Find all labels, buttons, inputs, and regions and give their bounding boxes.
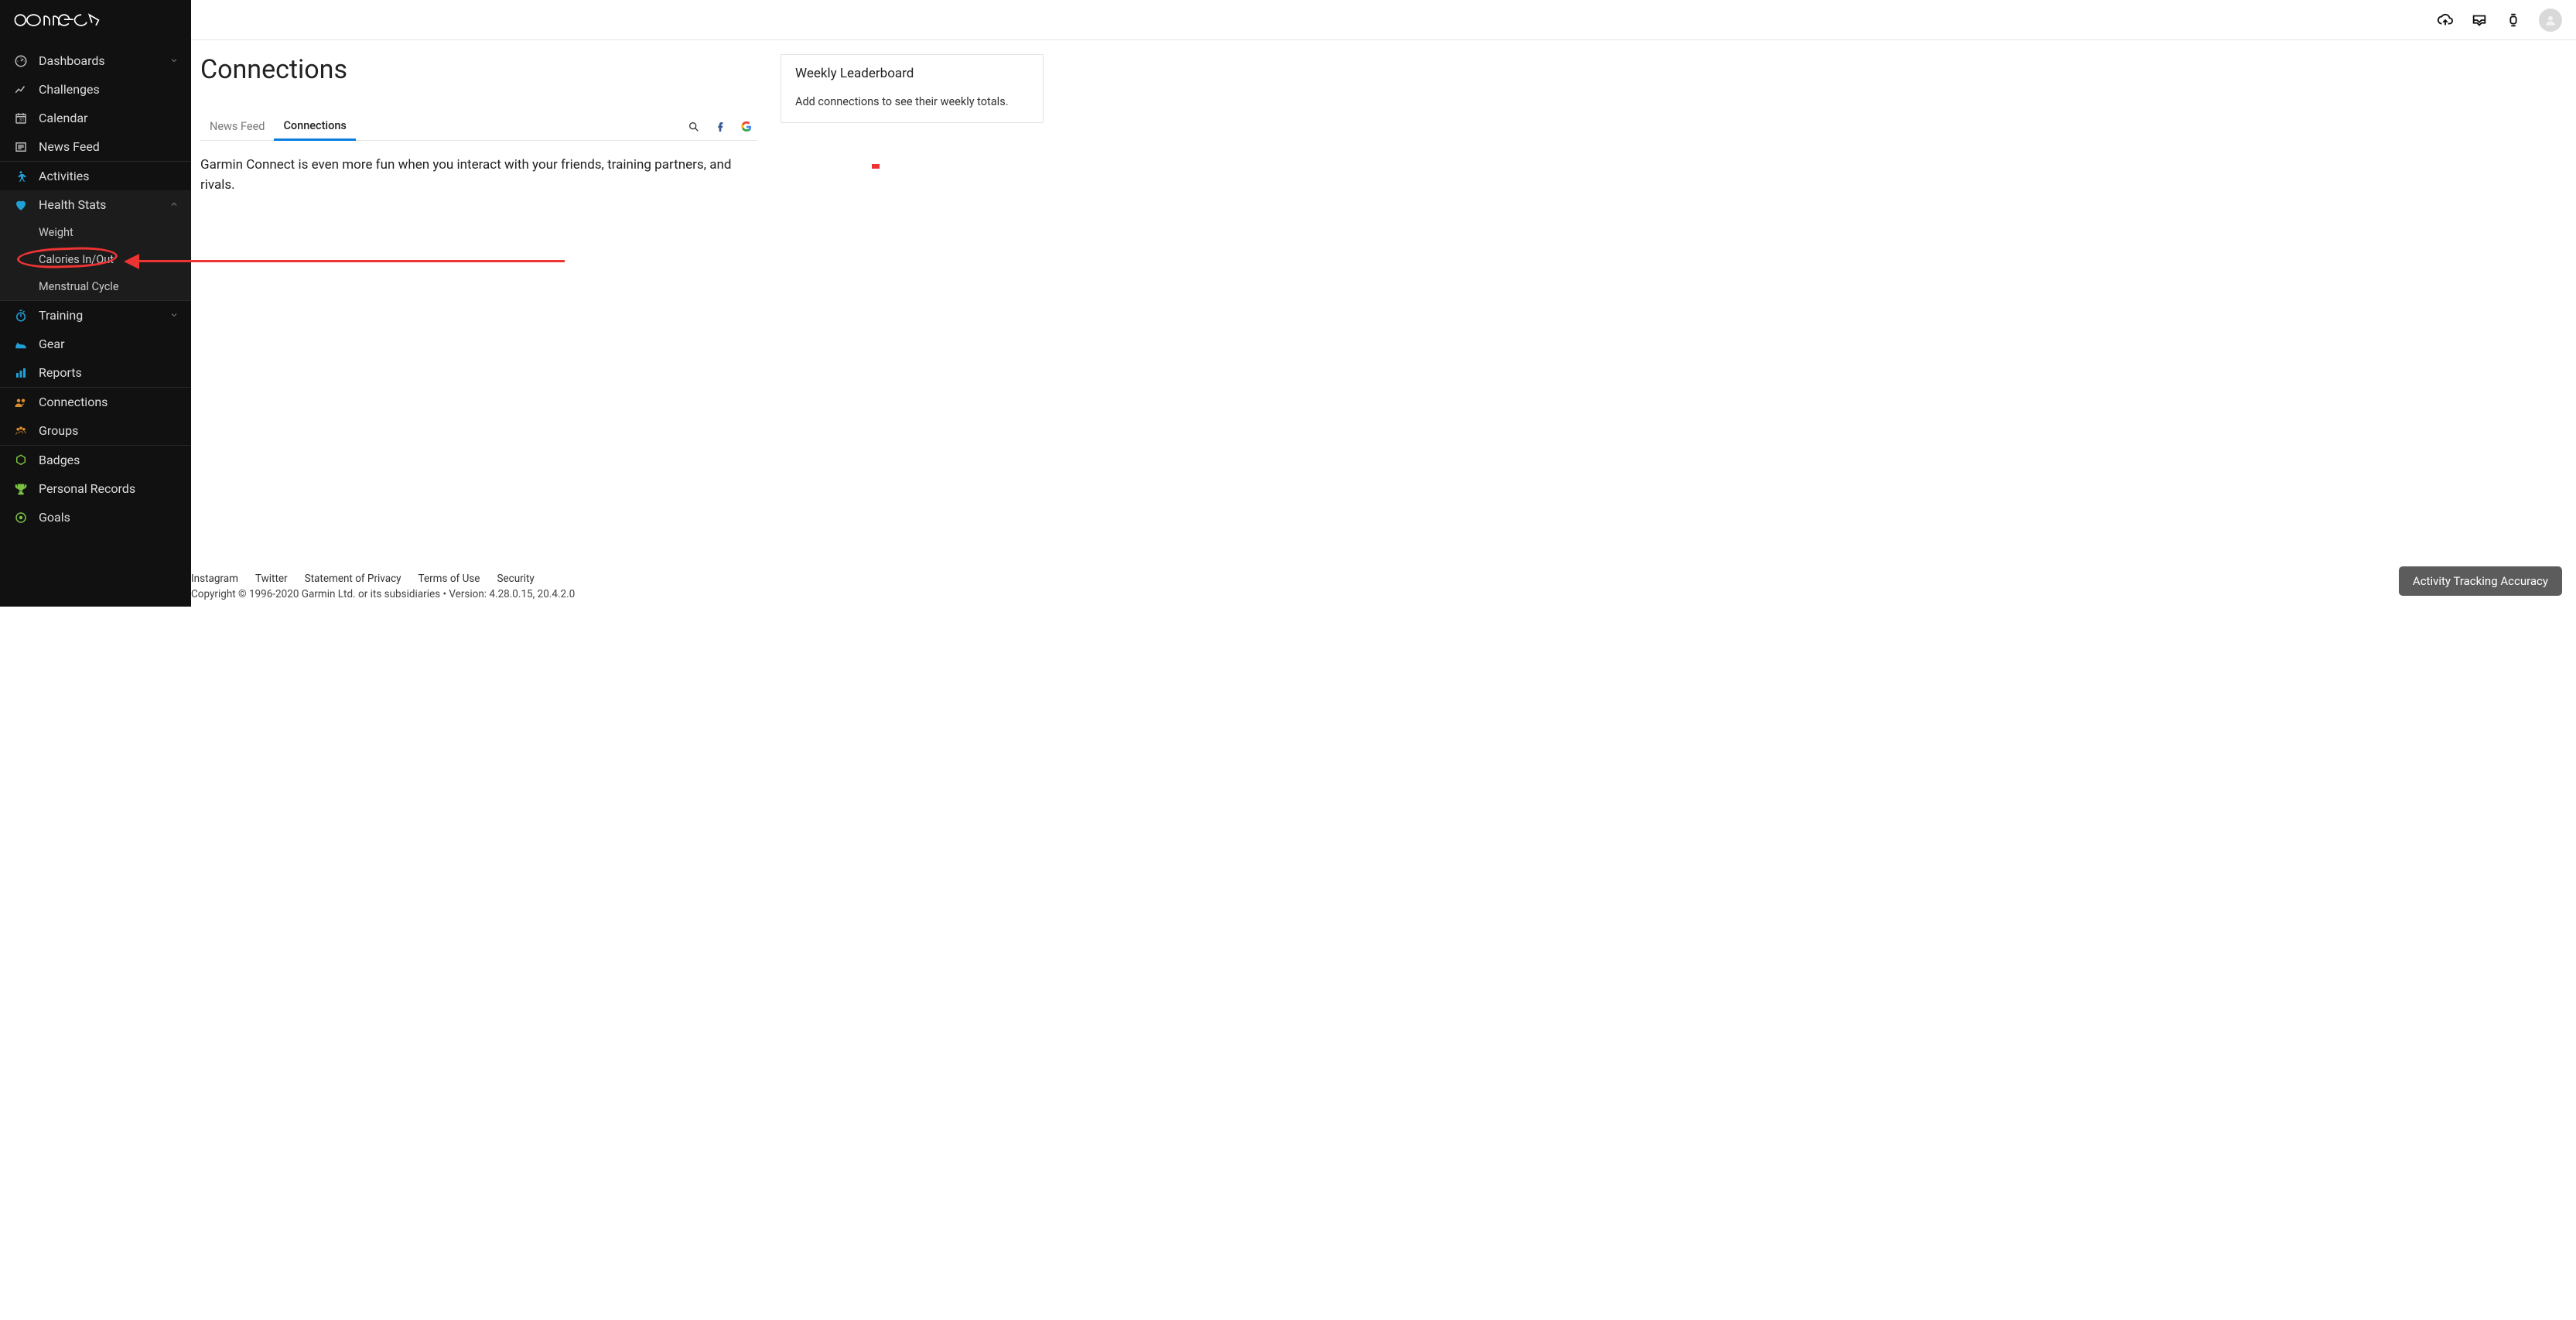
watch-icon[interactable] (2505, 12, 2522, 29)
footer-link-security[interactable]: Security (497, 573, 534, 585)
sidebar-label: Personal Records (39, 481, 135, 496)
svg-text:31: 31 (19, 117, 25, 122)
page-title: Connections (200, 54, 757, 85)
google-icon[interactable] (740, 121, 753, 133)
sidebar-label: Goals (39, 510, 70, 525)
sidebar-item-connections[interactable]: Connections (0, 388, 191, 416)
sidebar-item-dashboards[interactable]: Dashboards (0, 46, 191, 75)
sidebar-label: Reports (39, 365, 82, 380)
footer-copyright: Copyright © 1996-2020 Garmin Ltd. or its… (191, 588, 2576, 600)
sidebar-label: Calendar (39, 111, 87, 125)
calendar-icon: 31 (12, 111, 29, 125)
sidebar-item-challenges[interactable]: Challenges (0, 75, 191, 104)
footer: Instagram Twitter Statement of Privacy T… (191, 566, 2576, 607)
dashboard-icon (12, 54, 29, 68)
sidebar-item-personalrecords[interactable]: Personal Records (0, 474, 191, 503)
stopwatch-icon (12, 309, 29, 323)
sidebar-subitem-weight[interactable]: Weight (0, 219, 191, 246)
activity-tracking-accuracy-button[interactable]: Activity Tracking Accuracy (2399, 566, 2562, 596)
group-icon (12, 424, 29, 438)
leaderboard-body: Add connections to see their weekly tota… (795, 95, 1029, 108)
shoe-icon (12, 337, 29, 351)
sidebar-label: Groups (39, 423, 78, 438)
sidebar-item-training[interactable]: Training (0, 301, 191, 330)
sidebar-subitem-menstrual[interactable]: Menstrual Cycle (0, 273, 191, 300)
chevron-down-icon (169, 308, 179, 323)
news-icon (12, 140, 29, 154)
sidebar-label: Health Stats (39, 197, 106, 212)
leaderboard-panel: Weekly Leaderboard Add connections to se… (781, 54, 1044, 123)
chevron-up-icon (169, 197, 179, 212)
facebook-icon[interactable] (714, 121, 726, 133)
brand-logo[interactable] (0, 0, 191, 46)
person-icon (12, 169, 29, 183)
upload-cloud-icon[interactable] (2437, 12, 2454, 29)
sidebar-item-healthstats[interactable]: Health Stats (0, 190, 191, 219)
sidebar-label: News Feed (39, 139, 100, 154)
chevron-down-icon (169, 53, 179, 68)
trophy-icon (12, 482, 29, 496)
bar-chart-icon (12, 366, 29, 380)
annotation-marker (872, 164, 880, 169)
sidebar-item-reports[interactable]: Reports (0, 358, 191, 387)
sidebar-label: Menstrual Cycle (39, 280, 119, 293)
sidebar-label: Badges (39, 453, 80, 467)
page-description: Garmin Connect is even more fun when you… (200, 141, 757, 196)
sidebar-label: Calories In/Out (39, 253, 114, 266)
sidebar-item-badges[interactable]: Badges (0, 446, 191, 474)
heart-icon (12, 198, 29, 212)
footer-link-privacy[interactable]: Statement of Privacy (305, 573, 401, 585)
tab-newsfeed[interactable]: News Feed (200, 114, 274, 139)
sidebar-item-goals[interactable]: Goals (0, 503, 191, 532)
sidebar: Dashboards Challenges 31 Calendar News F… (0, 0, 191, 607)
footer-link-twitter[interactable]: Twitter (255, 573, 288, 585)
sidebar-item-activities[interactable]: Activities (0, 162, 191, 190)
sidebar-label: Connections (39, 395, 108, 409)
footer-link-instagram[interactable]: Instagram (191, 573, 238, 585)
tab-connections[interactable]: Connections (274, 113, 355, 141)
tabs: News Feed Connections (200, 113, 757, 141)
sidebar-item-gear[interactable]: Gear (0, 330, 191, 358)
main: Connections News Feed Connections Garmin… (191, 0, 2576, 607)
footer-link-terms[interactable]: Terms of Use (419, 573, 480, 585)
sidebar-label: Activities (39, 169, 89, 183)
sidebar-item-groups[interactable]: Groups (0, 416, 191, 445)
search-icon[interactable] (688, 121, 700, 133)
avatar[interactable] (2539, 9, 2562, 32)
badge-icon (12, 453, 29, 467)
sidebar-label: Dashboards (39, 53, 105, 68)
sidebar-label: Training (39, 308, 83, 323)
topbar (191, 0, 2576, 40)
sidebar-item-newsfeed[interactable]: News Feed (0, 132, 191, 161)
sidebar-label: Gear (39, 337, 65, 351)
leaderboard-title: Weekly Leaderboard (795, 66, 1029, 81)
target-icon (12, 511, 29, 525)
people-icon (12, 395, 29, 409)
sidebar-subitem-calories[interactable]: Calories In/Out (0, 246, 191, 273)
sidebar-label: Weight (39, 226, 73, 239)
sidebar-label: Challenges (39, 82, 100, 97)
sidebar-item-calendar[interactable]: 31 Calendar (0, 104, 191, 132)
inbox-icon[interactable] (2471, 12, 2488, 29)
content: Connections News Feed Connections Garmin… (191, 40, 2576, 607)
chart-line-icon (12, 83, 29, 97)
